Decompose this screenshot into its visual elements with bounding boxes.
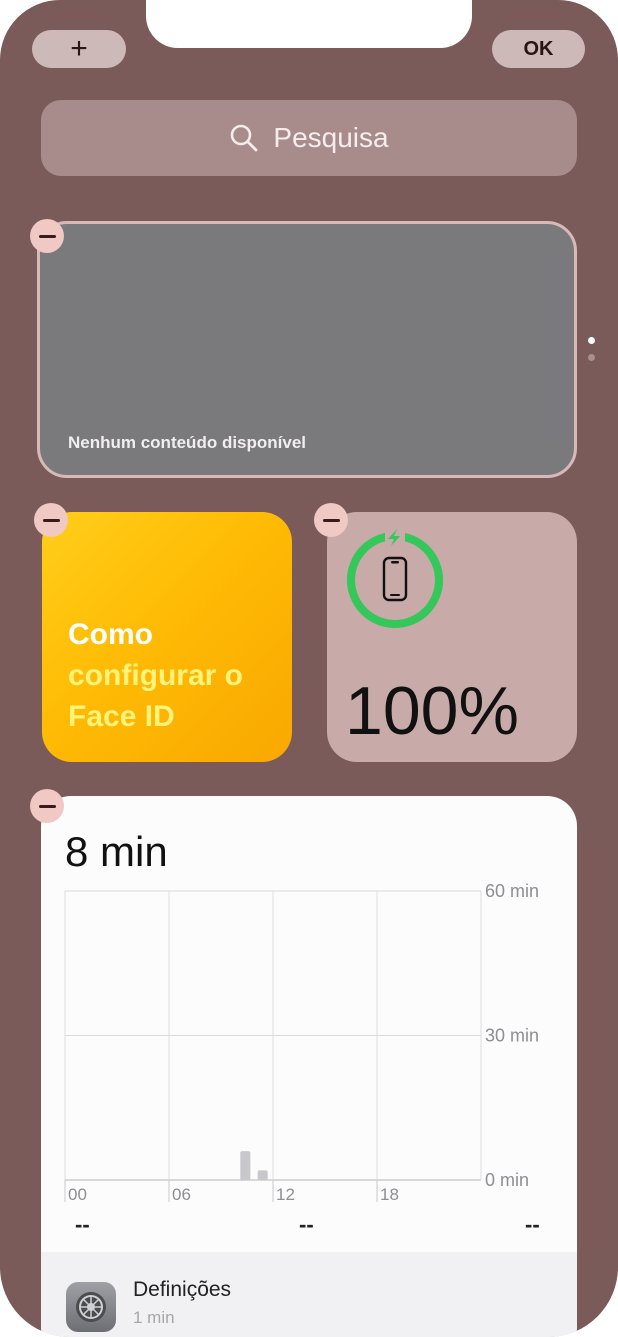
minus-icon <box>38 234 56 238</box>
y-tick-label: 0 min <box>485 1170 529 1190</box>
category-placeholder: -- <box>75 1212 90 1237</box>
done-button[interactable]: OK <box>492 30 585 68</box>
remove-widget-button[interactable] <box>34 503 68 537</box>
tip-line-3: Face ID <box>68 700 175 733</box>
app-time: 1 min <box>133 1308 175 1327</box>
minus-icon <box>322 518 340 522</box>
phone-screen: + OK Pesquisa Nenhum conteúdo disponível… <box>0 0 618 1337</box>
notch <box>146 0 472 48</box>
no-content-message: Nenhum conteúdo disponível <box>68 433 307 452</box>
screen-time-widget[interactable]: 8 min 60 min 30 min 0 min 00 06 12 18 -- -- -- De… <box>41 796 577 1337</box>
minus-icon <box>42 518 60 522</box>
x-tick-label: 00 <box>68 1185 87 1204</box>
page-dot-active <box>588 337 595 344</box>
app-usage-row[interactable]: Definições 1 min <box>41 1252 577 1337</box>
remove-widget-button[interactable] <box>314 503 348 537</box>
search-field[interactable]: Pesquisa <box>41 100 577 176</box>
lightning-bolt-icon <box>385 528 405 546</box>
settings-gear-icon <box>66 1282 116 1332</box>
search-placeholder: Pesquisa <box>273 122 389 153</box>
usage-bar <box>257 1170 268 1180</box>
add-widget-button[interactable]: + <box>32 30 126 68</box>
app-name: Definições <box>133 1278 232 1301</box>
remove-widget-button[interactable] <box>30 789 64 823</box>
category-placeholder: -- <box>299 1212 314 1237</box>
page-dot <box>588 354 595 361</box>
tips-widget[interactable]: Como configurar o Face ID <box>42 512 292 762</box>
minus-icon <box>38 804 56 808</box>
y-tick-label: 30 min <box>485 1026 539 1046</box>
usage-bar <box>240 1151 251 1180</box>
y-tick-label: 60 min <box>485 881 539 901</box>
tip-line-2: configurar o <box>68 659 244 692</box>
battery-ring <box>347 528 443 628</box>
x-tick-label: 18 <box>380 1185 399 1204</box>
empty-widget[interactable]: Nenhum conteúdo disponível <box>37 221 577 478</box>
battery-widget[interactable]: 100% <box>327 512 577 762</box>
iphone-icon <box>382 556 408 602</box>
category-placeholder: -- <box>525 1212 540 1237</box>
search-icon <box>231 124 258 152</box>
x-tick-label: 12 <box>276 1185 295 1204</box>
remove-widget-button[interactable] <box>30 219 64 253</box>
tip-title: Como configurar o Face ID <box>68 614 288 737</box>
x-tick-label: 06 <box>172 1185 191 1204</box>
battery-percentage: 100% <box>345 673 519 749</box>
screen-time-chart: 60 min 30 min 0 min 00 06 12 18 -- -- -- <box>64 881 540 1237</box>
tip-line-1: Como <box>68 618 153 651</box>
